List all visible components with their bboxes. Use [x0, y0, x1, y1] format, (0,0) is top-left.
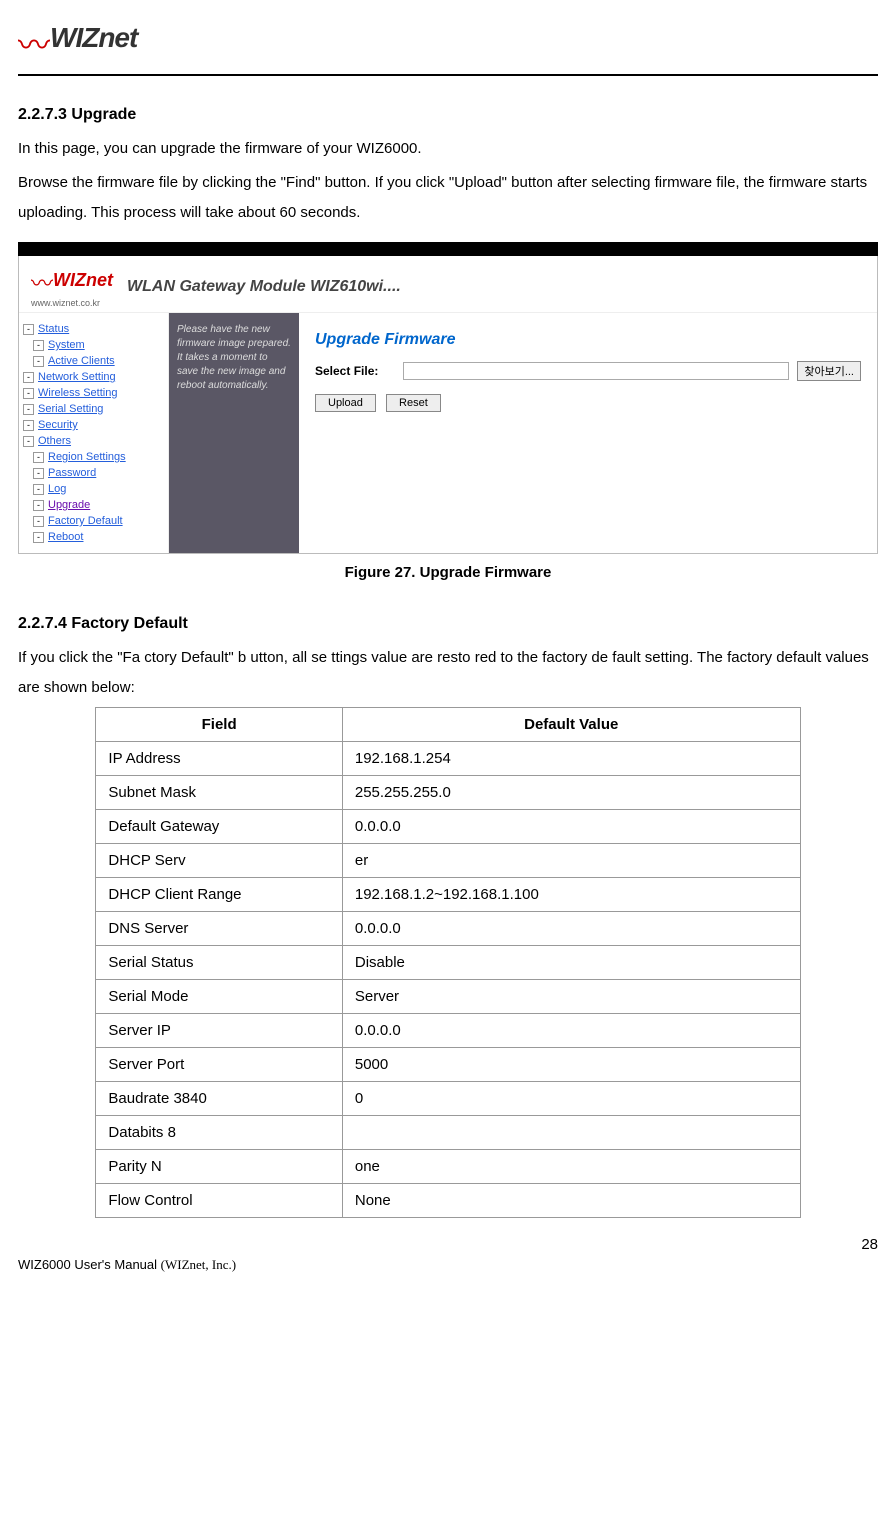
page-number: 28 [18, 1236, 878, 1253]
sidebar-item-reboot[interactable]: -Reboot [23, 529, 164, 545]
embedded-screenshot: 〰WIZnet www.wiznet.co.kr WLAN Gateway Mo… [18, 242, 878, 554]
sidebar-item-network-setting[interactable]: -Network Setting [23, 369, 164, 385]
browse-button[interactable]: 찾아보기... [797, 361, 861, 381]
minus-icon: - [33, 500, 44, 511]
minus-icon: - [23, 388, 34, 399]
minus-icon: - [23, 436, 34, 447]
upgrade-para-2: Browse the firmware file by clicking the… [18, 168, 878, 228]
sidebar-item-status[interactable]: -Status [23, 321, 164, 337]
table-body: IP Address192.168.1.254 Subnet Mask255.2… [96, 742, 800, 1218]
table-row: DHCP Serv er [96, 844, 800, 878]
footer-company: (WIZnet, Inc.) [161, 1257, 236, 1272]
section-title: Upgrade [71, 106, 136, 123]
screenshot-header-title: WLAN Gateway Module WIZ610wi.... [127, 278, 401, 296]
sidebar-item-serial-setting[interactable]: -Serial Setting [23, 401, 164, 417]
minus-icon: - [33, 484, 44, 495]
table-row: Subnet Mask255.255.255.0 [96, 776, 800, 810]
table-row: Server IP0.0.0.0 [96, 1014, 800, 1048]
sidebar-item-wireless-setting[interactable]: -Wireless Setting [23, 385, 164, 401]
sidebar-item-system[interactable]: -System [23, 337, 164, 353]
screenshot-logo-brand: WIZnet [53, 270, 113, 290]
select-file-label: Select File: [315, 364, 395, 378]
file-path-input[interactable] [403, 362, 789, 380]
figure-caption: Figure 27. Upgrade Firmware [18, 564, 878, 581]
screenshot-main-title: Upgrade Firmware [315, 331, 861, 349]
table-row: DHCP Client Range192.168.1.2~192.168.1.1… [96, 878, 800, 912]
table-header-value: Default Value [342, 708, 800, 742]
footer: WIZ6000 User's Manual (WIZnet, Inc.) [18, 1257, 878, 1273]
factory-defaults-table: Field Default Value IP Address192.168.1.… [95, 707, 800, 1218]
table-row: Databits 8 [96, 1116, 800, 1150]
logo-swoosh-icon: 〰 [18, 20, 50, 66]
minus-icon: - [33, 468, 44, 479]
minus-icon: - [33, 340, 44, 351]
minus-icon: - [33, 452, 44, 463]
table-row: Serial ModeServer [96, 980, 800, 1014]
minus-icon: - [23, 324, 34, 335]
table-header-field: Field [96, 708, 342, 742]
sidebar-item-upgrade[interactable]: -Upgrade [23, 497, 164, 513]
screenshot-logo-url: www.wiznet.co.kr [31, 298, 113, 308]
sidebar-item-log[interactable]: -Log [23, 481, 164, 497]
screenshot-tip-panel: Please have the new firmware image prepa… [169, 313, 299, 553]
table-row: Baudrate 3840 0 [96, 1082, 800, 1116]
factory-default-para: If you click the "Fa ctory Default" b ut… [18, 643, 878, 703]
section-number: 2.2.7.4 [18, 615, 67, 632]
screenshot-sidebar: -Status -System -Active Clients -Network… [19, 313, 169, 553]
sidebar-item-security[interactable]: -Security [23, 417, 164, 433]
reset-button[interactable]: Reset [386, 394, 441, 412]
minus-icon: - [33, 356, 44, 367]
minus-icon: - [33, 516, 44, 527]
section-heading-factory-default: 2.2.7.4 Factory Default [18, 615, 878, 633]
table-row: Default Gateway0.0.0.0 [96, 810, 800, 844]
sidebar-item-others[interactable]: -Others [23, 433, 164, 449]
screenshot-logo: 〰WIZnet www.wiznet.co.kr [31, 266, 113, 308]
sidebar-item-active-clients[interactable]: -Active Clients [23, 353, 164, 369]
sidebar-item-password[interactable]: -Password [23, 465, 164, 481]
section-title: Factory Default [71, 615, 187, 632]
page-logo: 〰WIZnet [18, 20, 878, 66]
section-number: 2.2.7.3 [18, 106, 67, 123]
upload-button[interactable]: Upload [315, 394, 376, 412]
sidebar-item-factory-default[interactable]: -Factory Default [23, 513, 164, 529]
screenshot-header: 〰WIZnet www.wiznet.co.kr WLAN Gateway Mo… [19, 256, 877, 312]
header-divider [18, 74, 878, 76]
table-row: Server Port5000 [96, 1048, 800, 1082]
section-heading-upgrade: 2.2.7.3 Upgrade [18, 106, 878, 124]
logo-text: WIZnet [50, 22, 137, 53]
table-row: DNS Server0.0.0.0 [96, 912, 800, 946]
logo-swoosh-icon: 〰 [31, 266, 53, 298]
table-row: Parity N one [96, 1150, 800, 1184]
minus-icon: - [23, 372, 34, 383]
minus-icon: - [23, 420, 34, 431]
sidebar-item-region-settings[interactable]: -Region Settings [23, 449, 164, 465]
screenshot-titlebar [18, 242, 878, 256]
minus-icon: - [33, 532, 44, 543]
table-row: Serial StatusDisable [96, 946, 800, 980]
upgrade-para-1: In this page, you can upgrade the firmwa… [18, 134, 878, 164]
table-row: Flow ControlNone [96, 1184, 800, 1218]
screenshot-main-panel: Upgrade Firmware Select File: 찾아보기... Up… [299, 313, 877, 553]
table-row: IP Address192.168.1.254 [96, 742, 800, 776]
footer-manual: WIZ6000 User's Manual [18, 1257, 157, 1272]
minus-icon: - [23, 404, 34, 415]
